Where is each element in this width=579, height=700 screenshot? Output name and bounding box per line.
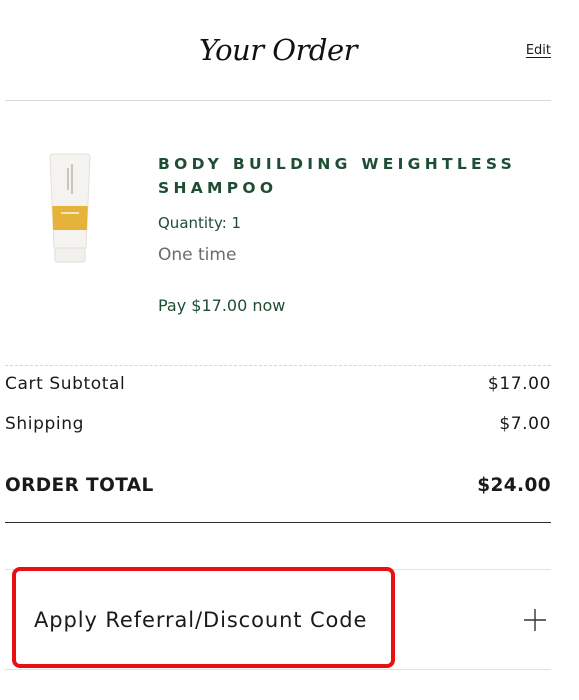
shipping-row: Shipping $7.00: [5, 413, 551, 435]
discount-code-toggle[interactable]: Apply Referral/Discount Code: [5, 570, 551, 669]
shipping-label: Shipping: [5, 414, 84, 434]
product-quantity: Quantity: 1: [158, 214, 242, 232]
discount-divider-bottom: [5, 669, 551, 670]
product-name[interactable]: BODY BUILDING WEIGHTLESS SHAMPOO: [158, 152, 538, 200]
order-total-label: ORDER TOTAL: [5, 475, 154, 496]
purchase-frequency: One time: [158, 245, 237, 265]
subtotal-value: $17.00: [487, 374, 551, 394]
subtotal-row: Cart Subtotal $17.00: [5, 373, 551, 395]
pay-now-amount: Pay $17.00 now: [158, 296, 286, 315]
shipping-value: $7.00: [499, 414, 551, 434]
shampoo-tube-image: [49, 153, 91, 263]
edit-link[interactable]: Edit: [526, 43, 551, 59]
total-divider: [5, 522, 551, 523]
order-total-row: ORDER TOTAL $24.00: [5, 474, 551, 498]
subtotal-label: Cart Subtotal: [5, 374, 126, 394]
order-header: Your Order Edit: [5, 0, 551, 101]
discount-code-label: Apply Referral/Discount Code: [34, 608, 368, 632]
cart-line-item: BODY BUILDING WEIGHTLESS SHAMPOO Quantit…: [5, 100, 551, 366]
page-title: Your Order: [198, 33, 358, 67]
plus-icon[interactable]: [523, 608, 547, 632]
order-total-value: $24.00: [477, 475, 551, 496]
